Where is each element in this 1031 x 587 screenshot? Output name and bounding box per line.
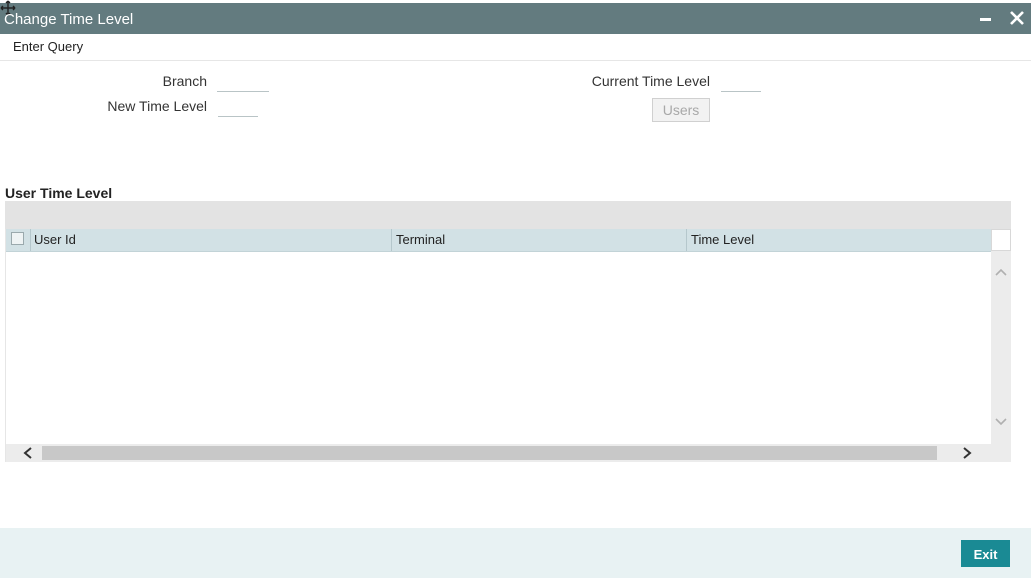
change-time-level-window: Change Time Level Enter Query Branch New… [0,0,1031,587]
grid-toolbar [5,201,1011,229]
horizontal-scrollbar[interactable] [6,444,1011,462]
column-header-time-level[interactable]: Time Level [687,229,991,251]
scroll-up-icon[interactable] [993,265,1009,281]
select-all-cell [6,229,31,251]
vertical-scrollbar[interactable] [991,251,1011,444]
user-time-level-grid: User Id Terminal Time Level [5,229,1011,462]
menu-bar: Enter Query [0,34,1031,61]
new-time-level-field[interactable] [218,96,258,117]
scroll-right-icon[interactable] [959,445,975,461]
minimize-icon[interactable] [976,7,996,27]
horizontal-scroll-thumb[interactable] [42,446,937,460]
branch-field[interactable] [217,71,269,92]
scroll-down-icon[interactable] [993,413,1009,429]
close-icon[interactable] [1006,7,1028,29]
grid-header-row: User Id Terminal Time Level [6,229,991,252]
footer-bar: Exit [0,528,1031,578]
column-header-terminal[interactable]: Terminal [392,229,687,251]
current-time-level-field[interactable] [721,71,761,92]
enter-query-menu-item[interactable]: Enter Query [13,39,83,54]
scroll-left-icon[interactable] [20,445,36,461]
grid-corner [991,229,1011,251]
column-header-user-id[interactable]: User Id [30,229,392,251]
window-title: Change Time Level [4,11,134,28]
title-bar: Change Time Level [0,0,1031,34]
current-time-level-label: Current Time Level [591,73,710,89]
users-button[interactable]: Users [652,98,710,122]
user-time-level-title: User Time Level [5,185,113,201]
select-all-checkbox[interactable] [11,232,24,245]
branch-label: Branch [162,73,207,89]
exit-button[interactable]: Exit [961,540,1010,567]
new-time-level-label: New Time Level [107,98,207,114]
